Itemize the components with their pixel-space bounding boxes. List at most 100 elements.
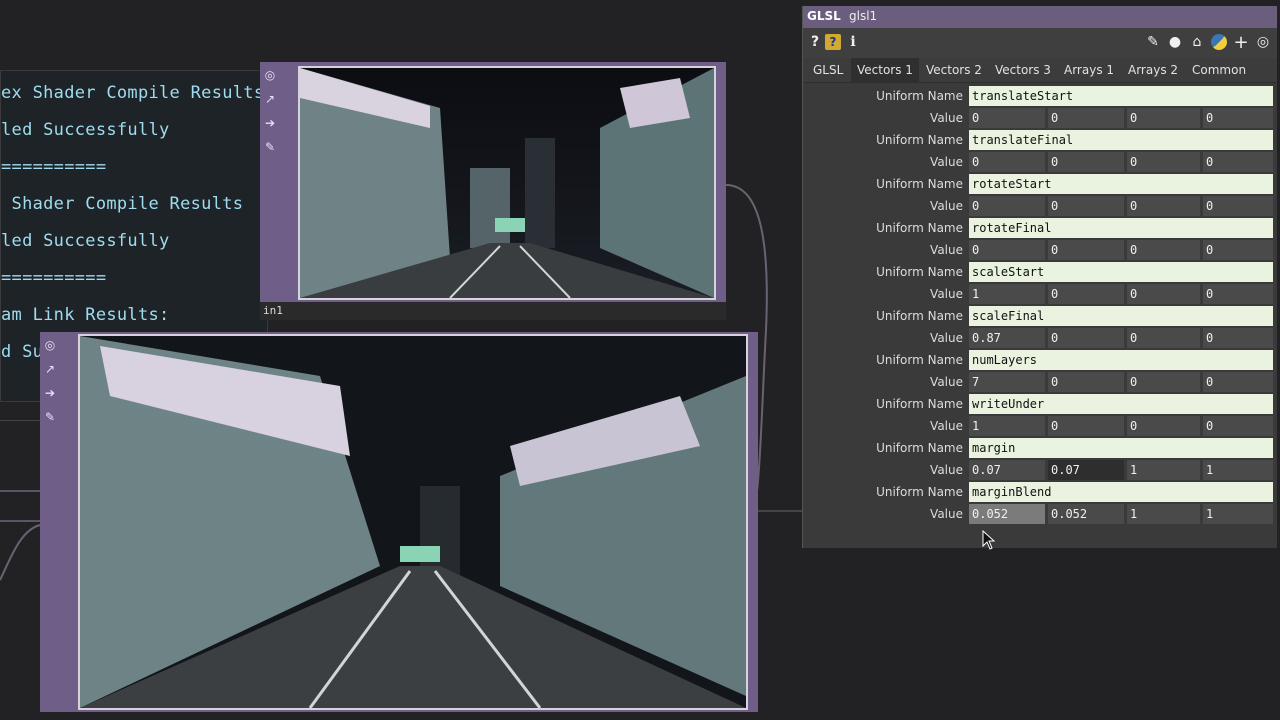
- uniform-value-field[interactable]: 0: [1203, 196, 1273, 216]
- value-label: Value: [930, 507, 963, 521]
- uniform-name-field[interactable]: translateFinal: [969, 130, 1273, 150]
- uniform-value-field[interactable]: 0: [1048, 196, 1124, 216]
- uniform-value-field[interactable]: 0: [1048, 108, 1124, 128]
- node-label-bar[interactable]: in1: [260, 302, 726, 320]
- uniform-value-field[interactable]: 0: [1048, 152, 1124, 172]
- uniform-name-row: Uniform Name writeUnder: [803, 393, 1277, 415]
- reset-icon[interactable]: ⌂: [1187, 32, 1207, 52]
- uniform-value-field[interactable]: 0: [1048, 372, 1124, 392]
- lock-icon[interactable]: ✎: [43, 410, 57, 424]
- uniform-name-field[interactable]: rotateFinal: [969, 218, 1273, 238]
- comment-icon[interactable]: ●: [1165, 32, 1185, 52]
- code-line: ==========: [1, 268, 107, 288]
- value-label: Value: [930, 199, 963, 213]
- bypass-icon[interactable]: ↗: [263, 92, 277, 106]
- uniform-value-field[interactable]: 0: [1127, 416, 1200, 436]
- tab-vectors-1[interactable]: Vectors 1: [851, 58, 919, 82]
- tab-arrays-1[interactable]: Arrays 1: [1058, 58, 1120, 82]
- operator-name[interactable]: glsl1: [849, 9, 877, 23]
- target-icon[interactable]: ◎: [1253, 32, 1273, 52]
- value-label: Value: [930, 463, 963, 477]
- node-sidebar: ◎ ↗ ➔ ✎: [40, 332, 60, 712]
- uniform-value-field[interactable]: 0: [1048, 328, 1124, 348]
- uniform-name-field[interactable]: marginBlend: [969, 482, 1273, 502]
- help-icon[interactable]: ?: [805, 32, 825, 52]
- uniform-value-field[interactable]: 0: [1203, 152, 1273, 172]
- python-help-icon[interactable]: ?: [823, 32, 843, 52]
- value-label: Value: [930, 111, 963, 125]
- output-icon[interactable]: ➔: [263, 116, 277, 130]
- uniform-value-field[interactable]: 0: [1127, 108, 1200, 128]
- add-icon[interactable]: +: [1231, 32, 1251, 53]
- uniform-name-field[interactable]: writeUnder: [969, 394, 1273, 414]
- uniform-name-field[interactable]: translateStart: [969, 86, 1273, 106]
- uniform-value-field[interactable]: 0.87: [969, 328, 1045, 348]
- bypass-icon[interactable]: ↗: [43, 362, 57, 376]
- uniform-value-field[interactable]: 0: [1048, 240, 1124, 260]
- uniform-value-field[interactable]: 1: [1127, 504, 1200, 524]
- uniform-value-field[interactable]: 1: [1127, 460, 1200, 480]
- uniform-value-field[interactable]: 0: [1203, 240, 1273, 260]
- uniform-value-field[interactable]: 0: [1127, 284, 1200, 304]
- uniform-value-field[interactable]: 0: [969, 196, 1045, 216]
- uniform-value-field[interactable]: 0.052: [1048, 504, 1124, 524]
- uniform-name-row: Uniform Name translateStart: [803, 85, 1277, 107]
- uniform-value-field[interactable]: 1: [1203, 460, 1273, 480]
- in1-viewer[interactable]: [298, 66, 716, 300]
- uniform-value-field[interactable]: 7: [969, 372, 1045, 392]
- uniform-value-field[interactable]: 0.07: [1048, 460, 1124, 480]
- uniform-name-field[interactable]: numLayers: [969, 350, 1273, 370]
- uniform-name-row: Uniform Name margin: [803, 437, 1277, 459]
- uniform-value-field[interactable]: 0: [1127, 240, 1200, 260]
- pencil-icon[interactable]: ✎: [1143, 32, 1163, 52]
- uniform-value-field[interactable]: 0: [1127, 152, 1200, 172]
- value-label: Value: [930, 331, 963, 345]
- uniform-value-field[interactable]: 0: [1203, 284, 1273, 304]
- tab-vectors-2[interactable]: Vectors 2: [920, 58, 988, 82]
- uniform-value-field[interactable]: 0.07: [969, 460, 1045, 480]
- uniform-value-field[interactable]: 1: [969, 284, 1045, 304]
- code-line: Shader Compile Results: [1, 194, 244, 214]
- panel-titlebar[interactable]: GLSL glsl1: [803, 6, 1277, 28]
- uniform-value-field[interactable]: 0: [1203, 108, 1273, 128]
- in1-node[interactable]: ◎ ↗ ➔ ✎ in1: [260, 62, 726, 320]
- uniform-value-field[interactable]: 0.052: [969, 504, 1045, 524]
- uniform-value-field[interactable]: 0: [1127, 196, 1200, 216]
- value-label: Value: [930, 243, 963, 257]
- uniform-name-row: Uniform Name translateFinal: [803, 129, 1277, 151]
- uniform-value-row: Value 0.07 0.07 1 1: [803, 459, 1277, 481]
- uniform-name-field[interactable]: rotateStart: [969, 174, 1273, 194]
- viewer-icon[interactable]: ◎: [43, 338, 57, 352]
- panel-toolbar: ? ? i ✎ ● ⌂ + ◎: [803, 28, 1277, 58]
- tab-glsl[interactable]: GLSL: [807, 58, 849, 82]
- uniform-value-field[interactable]: 0: [1127, 328, 1200, 348]
- uniform-value-row: Value 1 0 0 0: [803, 415, 1277, 437]
- tab-common[interactable]: Common: [1186, 58, 1252, 82]
- lock-icon[interactable]: ✎: [263, 140, 277, 154]
- glsl-viewer[interactable]: [78, 334, 748, 710]
- uniform-name-field[interactable]: scaleFinal: [969, 306, 1273, 326]
- python-icon[interactable]: [1209, 32, 1229, 52]
- glsl-output-node[interactable]: ◎ ↗ ➔ ✎: [40, 332, 758, 712]
- parameter-panel[interactable]: GLSL glsl1 ? ? i ✎ ● ⌂ + ◎ GLSL Vectors …: [802, 6, 1277, 548]
- info-icon[interactable]: i: [843, 32, 863, 52]
- uniform-name-field[interactable]: scaleStart: [969, 262, 1273, 282]
- uniform-value-field[interactable]: 0: [1203, 372, 1273, 392]
- uniform-value-field[interactable]: 0: [969, 240, 1045, 260]
- uniform-name-field[interactable]: margin: [969, 438, 1273, 458]
- uniform-value-field[interactable]: 0: [1048, 284, 1124, 304]
- viewer-icon[interactable]: ◎: [263, 68, 277, 82]
- value-label: Value: [930, 419, 963, 433]
- tab-arrays-2[interactable]: Arrays 2: [1122, 58, 1184, 82]
- uniform-value-field[interactable]: 1: [969, 416, 1045, 436]
- uniform-value-field[interactable]: 0: [1048, 416, 1124, 436]
- uniform-value-field[interactable]: 0: [1203, 328, 1273, 348]
- uniform-value-field[interactable]: 0: [1203, 416, 1273, 436]
- uniform-value-field[interactable]: 0: [969, 108, 1045, 128]
- uniform-value-field[interactable]: 0: [1127, 372, 1200, 392]
- output-icon[interactable]: ➔: [43, 386, 57, 400]
- tab-vectors-3[interactable]: Vectors 3: [989, 58, 1057, 82]
- uniform-value-field[interactable]: 1: [1203, 504, 1273, 524]
- uniform-value-field[interactable]: 0: [969, 152, 1045, 172]
- node-sidebar: ◎ ↗ ➔ ✎: [260, 62, 280, 302]
